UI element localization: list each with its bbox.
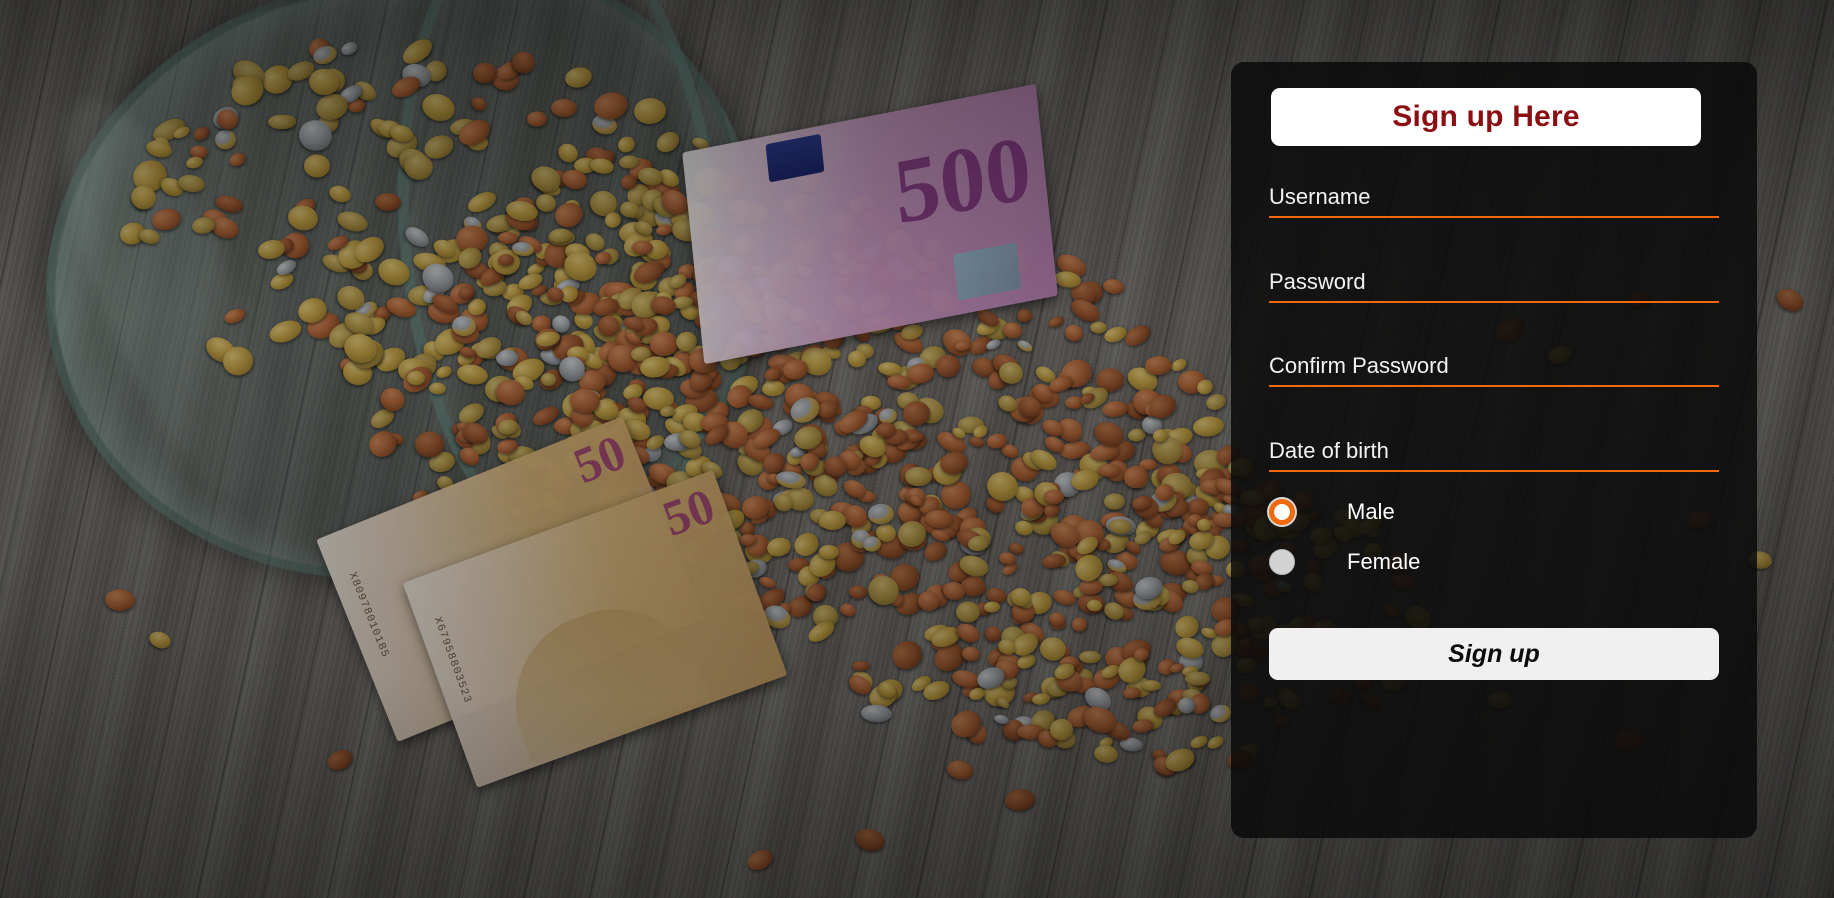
radio-female-label: Female — [1347, 549, 1421, 574]
date-of-birth-input[interactable] — [1269, 438, 1719, 472]
field-confirm-password — [1269, 353, 1719, 387]
signup-submit-button[interactable]: Sign up — [1269, 628, 1719, 680]
confirm-password-input[interactable] — [1269, 353, 1719, 387]
field-password — [1269, 269, 1719, 303]
field-username — [1269, 184, 1719, 218]
username-input[interactable] — [1269, 184, 1719, 218]
signup-form-panel: Sign up Here Male Female Sign up — [1231, 62, 1757, 838]
signup-here-header-button[interactable]: Sign up Here — [1271, 88, 1701, 146]
radio-male-label: Male — [1347, 499, 1395, 524]
radio-option-female[interactable]: Female — [1269, 549, 1420, 575]
radio-male-icon[interactable] — [1269, 499, 1295, 525]
radio-female-icon[interactable] — [1269, 549, 1295, 575]
radio-option-male[interactable]: Male — [1269, 499, 1395, 525]
password-input[interactable] — [1269, 269, 1719, 303]
field-date-of-birth — [1269, 438, 1719, 472]
